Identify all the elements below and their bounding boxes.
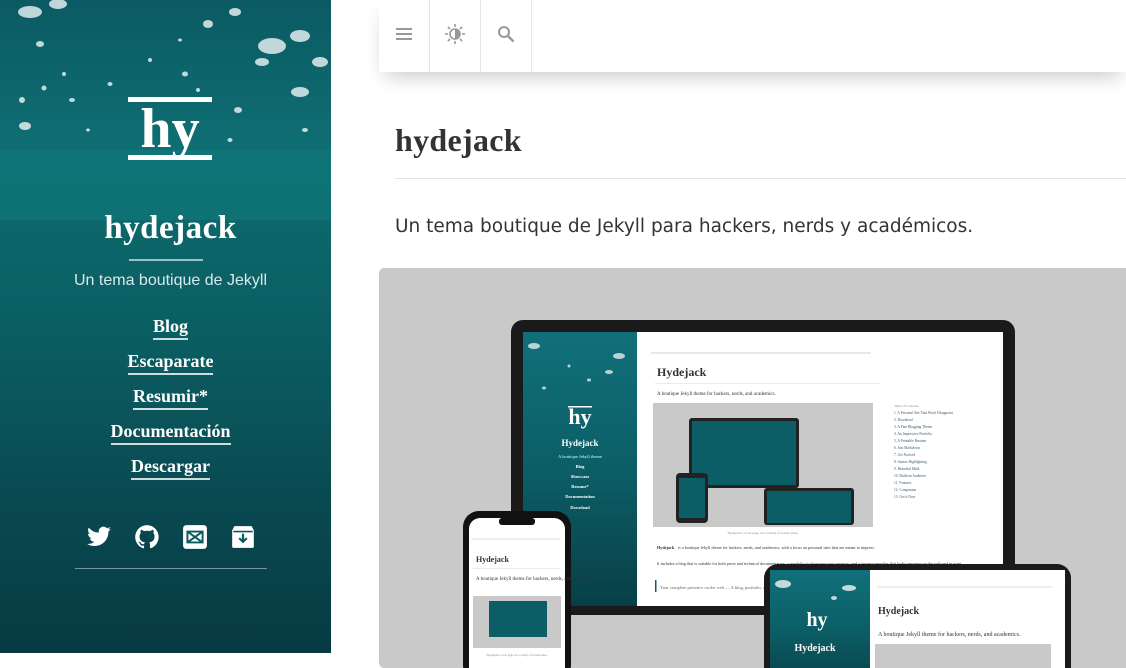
laptop-nav-download: Download	[570, 505, 590, 510]
laptop-toc-item: 3. A Fine Blogging Theme	[894, 425, 933, 429]
nav-link-showcase[interactable]: Escaparate	[127, 351, 214, 375]
search-icon	[497, 25, 515, 48]
tablet-sidebar-title: Hydejack	[794, 643, 836, 654]
email-icon[interactable]	[182, 524, 210, 552]
hydejack-logo[interactable]: hy	[128, 95, 214, 163]
laptop-nav-resume: Resume*	[571, 484, 589, 489]
laptop-toc-item: 11. Features	[894, 481, 912, 485]
title-divider-line	[395, 178, 1126, 179]
sidebar-divider	[75, 568, 267, 569]
site-title[interactable]: hydejack	[0, 210, 331, 247]
tablet-page-lead: A boutique Jekyll theme for hackers, ner…	[878, 631, 1021, 638]
phone-page-lead: A boutique Jekyll theme for hackers, ner…	[476, 577, 595, 582]
hero-screenshot-figure: hy Hydejack A boutique Jekyll theme Blog…	[379, 268, 1126, 668]
svg-text:hy: hy	[568, 404, 591, 429]
laptop-figure-caption: Hydejack's cover page on a variety of sc…	[727, 531, 798, 535]
svg-text:hy: hy	[140, 98, 199, 160]
laptop-toc-item: 9. Beautiful Math	[894, 467, 920, 471]
laptop-page-title: Hydejack	[657, 365, 707, 379]
device-mockup-image: hy Hydejack A boutique Jekyll theme Blog…	[463, 320, 1071, 668]
download-icon[interactable]	[230, 524, 258, 552]
laptop-body-bold: Hydejack	[657, 545, 675, 550]
phone-page-title: Hydejack	[476, 555, 509, 564]
title-divider	[129, 259, 203, 261]
search-button[interactable]	[481, 0, 532, 72]
laptop-toc-item: 12. Companion	[894, 488, 916, 492]
tablet-page-title: Hydejack	[878, 606, 920, 617]
twitter-icon[interactable]	[86, 524, 114, 552]
theme-toggle-button[interactable]	[430, 0, 481, 72]
laptop-toc-item: 13. Get it Now	[894, 495, 916, 499]
laptop-nav-blog: Blog	[576, 464, 586, 469]
nav-link-download[interactable]: Descargar	[131, 456, 210, 480]
menu-button[interactable]	[379, 0, 430, 72]
laptop-toc-item: 10. Build an Audience	[894, 474, 927, 478]
laptop-toc-item: 6. Just Markdown	[894, 446, 920, 450]
laptop-toc-item: 2. Download	[894, 418, 913, 422]
laptop-toc-item: 5. A Printable Resume	[894, 439, 927, 443]
laptop-sidebar-tagline: A boutique Jekyll theme	[558, 454, 602, 459]
laptop-nav-docs: Documentation	[565, 494, 595, 499]
nav-link-resume[interactable]: Resumir*	[133, 386, 208, 410]
nav-link-blog[interactable]: Blog	[152, 316, 188, 340]
svg-text:hy: hy	[806, 609, 827, 631]
laptop-toc-item: 1. A Personal Site That Won't Disappoint	[894, 411, 953, 415]
page-lead: Un tema boutique de Jekyll para hackers,…	[395, 216, 974, 237]
theme-icon	[444, 23, 466, 50]
sidebar-nav: Blog Escaparate Resumir* Documentación D…	[0, 316, 331, 491]
laptop-nav-showcase: Showcase	[571, 474, 590, 479]
github-icon[interactable]	[134, 524, 162, 552]
laptop-toc-heading: Table of Contents	[894, 404, 919, 408]
laptop-toc-item: 4. An Impressive Portfolio	[894, 432, 932, 436]
tablet-mockup: hy Hydejack Hydejack A boutique Jekyll t…	[764, 564, 1071, 668]
sidebar: hy hydejack Un tema boutique de Jekyll B…	[0, 0, 331, 653]
laptop-toc-item: 8. Syntax Highlighting	[894, 460, 927, 464]
laptop-sidebar-title: Hydejack	[562, 438, 599, 448]
laptop-page-lead: A boutique Jekyll theme for hackers, ner…	[657, 392, 776, 397]
nav-link-docs[interactable]: Documentación	[110, 421, 231, 445]
page-title: hydejack	[395, 122, 522, 158]
site-tagline: Un tema boutique de Jekyll	[74, 272, 267, 289]
laptop-toc-item: 7. Get Noticed	[894, 453, 915, 457]
menu-icon	[396, 27, 412, 45]
phone-figure-caption: Hydejack's cover page on a variety of sc…	[487, 653, 548, 657]
social-links	[86, 524, 258, 552]
top-navbar	[379, 0, 1126, 72]
